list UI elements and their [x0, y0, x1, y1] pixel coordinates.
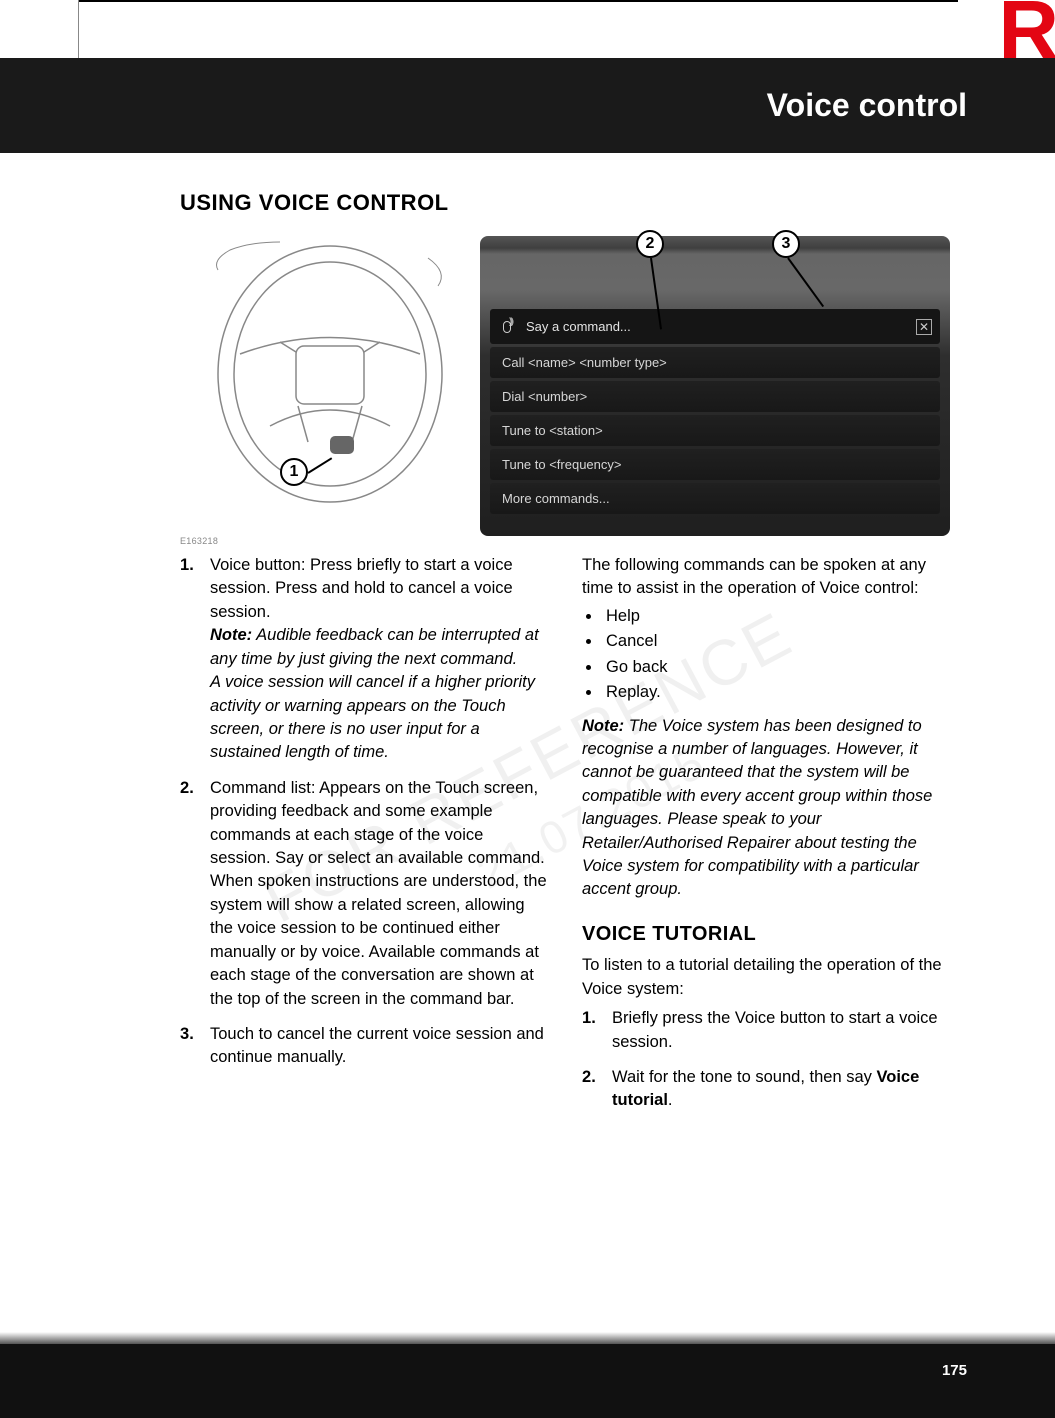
- callout-1: 1: [280, 458, 308, 486]
- note-lead: Note:: [582, 717, 624, 735]
- item-text: Touch to cancel the current voice sessio…: [210, 1025, 544, 1066]
- callout-2: 2: [636, 230, 664, 258]
- microphone-icon: [502, 320, 516, 334]
- figure: 1 Say a command... ✕ Call <name> <number…: [180, 236, 950, 546]
- right-column: The following commands can be spoken at …: [582, 554, 950, 1125]
- voice-tutorial-heading: VOICE TUTORIAL: [582, 920, 950, 948]
- command-row[interactable]: Call <name> <number type>: [490, 347, 940, 378]
- list-item: Command list: Appears on the Touch scree…: [180, 777, 548, 1011]
- item-text: Command list: Appears on the Touch scree…: [210, 779, 545, 867]
- page-heading: USING VOICE CONTROL: [180, 190, 950, 216]
- intro-text: The following commands can be spoken at …: [582, 554, 950, 601]
- footer-bar: 175: [0, 1344, 1055, 1418]
- footer-gradient: [0, 1332, 1055, 1344]
- note-body-2: A voice session will cancel if a higher …: [210, 673, 535, 761]
- left-rule: [78, 0, 79, 60]
- chapter-title: Voice control: [767, 87, 967, 124]
- command-row[interactable]: Tune to <frequency>: [490, 449, 940, 480]
- item-text: Voice button: Press briefly to start a v…: [210, 556, 513, 621]
- top-rule: [78, 0, 958, 2]
- steering-wheel-svg: [180, 236, 460, 516]
- chapter-header: Voice control: [0, 58, 1055, 153]
- page-content: USING VOICE CONTROL: [180, 190, 950, 1125]
- bullet-item: Cancel: [602, 630, 950, 653]
- command-bar[interactable]: Say a command... ✕: [490, 309, 940, 344]
- steering-wheel-illustration: [180, 236, 460, 516]
- figure-id: E163218: [180, 536, 218, 546]
- bullet-item: Help: [602, 605, 950, 628]
- tutorial-intro: To listen to a tutorial detailing the op…: [582, 954, 950, 1001]
- command-row[interactable]: More commands...: [490, 483, 940, 514]
- item-text-2: When spoken instructions are understood,…: [210, 872, 547, 1007]
- left-column: Voice button: Press briefly to start a v…: [180, 554, 548, 1125]
- note-paragraph: Note: The Voice system has been designed…: [582, 715, 950, 902]
- command-row[interactable]: Dial <number>: [490, 381, 940, 412]
- list-item: Touch to cancel the current voice sessio…: [180, 1023, 548, 1070]
- command-row[interactable]: Tune to <station>: [490, 415, 940, 446]
- tutorial-steps: Briefly press the Voice button to start …: [582, 1007, 950, 1113]
- callout-3: 3: [772, 230, 800, 258]
- step-text-a: Wait for the tone to sound, then say: [612, 1068, 876, 1086]
- list-item: Wait for the tone to sound, then say Voi…: [582, 1066, 950, 1113]
- touchscreen-panel: Say a command... ✕ Call <name> <number t…: [480, 236, 950, 536]
- body-columns: Voice button: Press briefly to start a v…: [180, 554, 950, 1125]
- bullet-item: Replay.: [602, 681, 950, 704]
- command-bar-text: Say a command...: [526, 319, 631, 334]
- numbered-list-left: Voice button: Press briefly to start a v…: [180, 554, 548, 1070]
- list-item: Voice button: Press briefly to start a v…: [180, 554, 548, 765]
- step-text-c: .: [668, 1091, 673, 1109]
- note-lead: Note:: [210, 626, 252, 644]
- note-body: Audible feedback can be interrupted at a…: [210, 626, 539, 667]
- page-number: 175: [942, 1362, 967, 1379]
- bullet-list: Help Cancel Go back Replay.: [582, 605, 950, 705]
- close-icon[interactable]: ✕: [916, 319, 932, 335]
- bullet-item: Go back: [602, 656, 950, 679]
- list-item: Briefly press the Voice button to start …: [582, 1007, 950, 1054]
- note-body: The Voice system has been designed to re…: [582, 717, 932, 899]
